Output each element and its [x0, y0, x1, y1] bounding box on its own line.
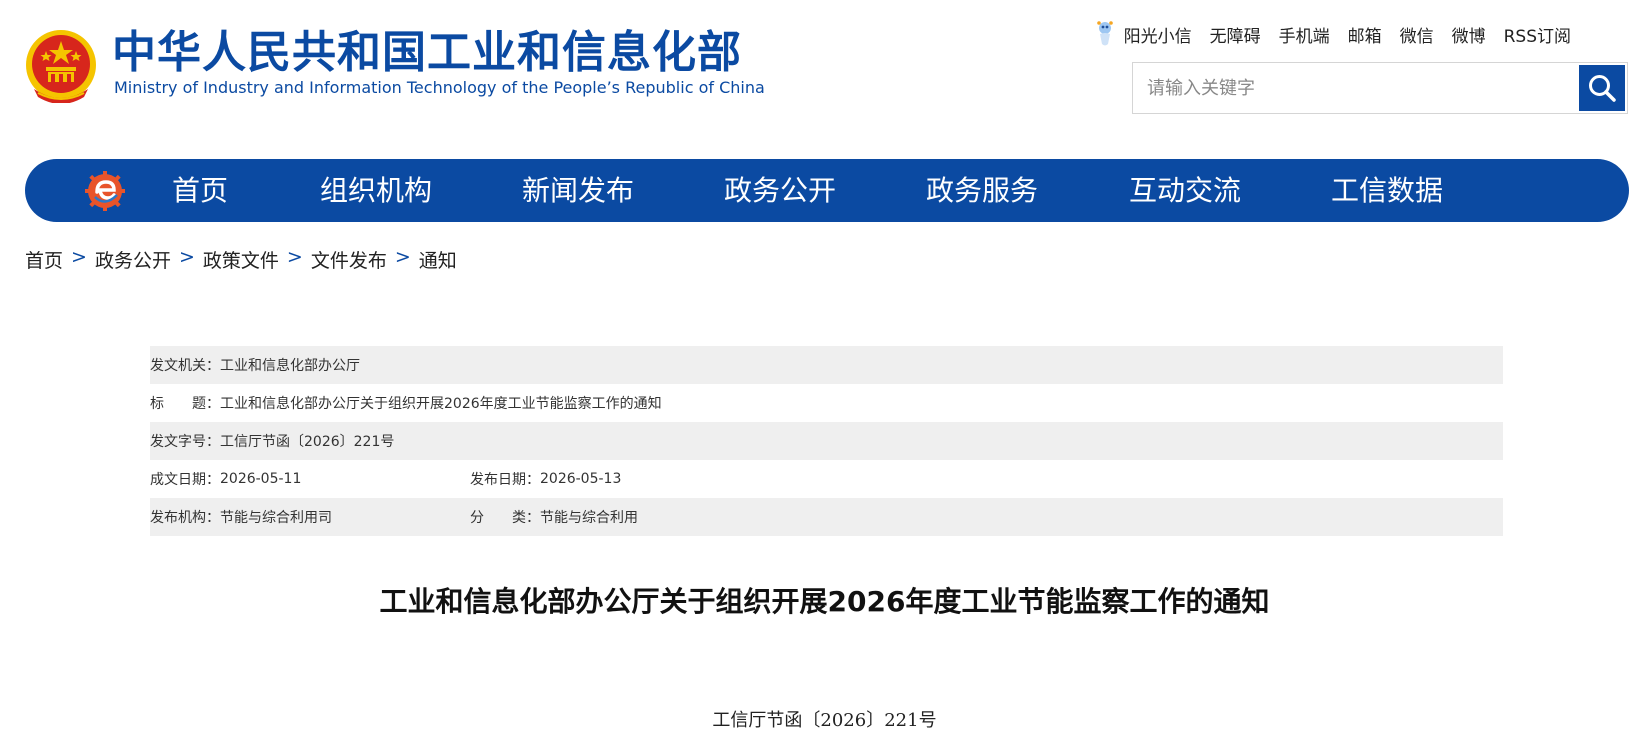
search-input[interactable] [1133, 63, 1577, 113]
breadcrumb-policy-docs[interactable]: 政策文件 [203, 246, 279, 273]
document-title: 工业和信息化部办公厅关于组织开展2026年度工业节能监察工作的通知 [379, 585, 1270, 618]
issuer-label: 发文机关： [150, 358, 220, 374]
title-value: 工业和信息化部办公厅关于组织开展2026年度工业节能监察工作的通知 [220, 396, 662, 412]
document-number: 工信厅节函〔2026〕221号 [712, 710, 937, 731]
org-label: 发布机构： [150, 510, 220, 526]
mascot-icon[interactable] [1094, 20, 1116, 48]
written-date-value: 2026-05-11 [220, 471, 302, 487]
top-links: 阳光小信 无障碍 手机端 邮箱 微信 微博 RSS订阅 [1094, 20, 1571, 48]
published-date-value: 2026-05-13 [540, 471, 622, 487]
nav-interaction[interactable]: 互动交流 [1129, 159, 1241, 222]
category-cell: 分 类： 节能与综合利用 [470, 507, 638, 527]
breadcrumb-notice[interactable]: 通知 [419, 246, 457, 273]
nav-government-affairs[interactable]: 政务公开 [724, 159, 836, 222]
document-metadata: 发文机关： 工业和信息化部办公厅 标 题： 工业和信息化部办公厅关于组织开展20… [150, 346, 1503, 536]
link-weibo[interactable]: 微博 [1452, 22, 1486, 47]
nav-home[interactable]: 首页 [172, 159, 228, 222]
title-label: 标 题： [150, 396, 220, 412]
meta-row-doc-number: 发文字号： 工信厅节函〔2026〕221号 [150, 422, 1503, 460]
site-title-en[interactable]: Ministry of Industry and Information Tec… [114, 78, 765, 97]
meta-row-issuer: 发文机关： 工业和信息化部办公厅 [150, 346, 1503, 384]
meta-row-dates: 成文日期： 2026-05-11 发布日期： 2026-05-13 [150, 460, 1503, 498]
gear-logo-icon[interactable] [85, 171, 125, 211]
nav-news[interactable]: 新闻发布 [522, 159, 634, 222]
org-value: 节能与综合利用司 [220, 510, 332, 526]
link-rss[interactable]: RSS订阅 [1504, 22, 1571, 47]
written-date-label: 成文日期： [150, 472, 220, 488]
org-cell: 发布机构： 节能与综合利用司 [150, 507, 470, 527]
written-date-cell: 成文日期： 2026-05-11 [150, 469, 470, 489]
national-emblem-icon[interactable] [24, 27, 98, 103]
meta-row-title: 标 题： 工业和信息化部办公厅关于组织开展2026年度工业节能监察工作的通知 [150, 384, 1503, 422]
breadcrumb-separator: > [178, 246, 195, 268]
nav-data[interactable]: 工信数据 [1331, 159, 1443, 222]
main-nav: 首页 组织机构 新闻发布 政务公开 政务服务 互动交流 工信数据 [25, 159, 1629, 222]
meta-row-org: 发布机构： 节能与综合利用司 分 类： 节能与综合利用 [150, 498, 1503, 536]
search-button[interactable] [1579, 65, 1625, 111]
breadcrumb-separator: > [286, 246, 303, 268]
link-sunshine[interactable]: 阳光小信 [1124, 22, 1192, 47]
nav-government-services[interactable]: 政务服务 [926, 159, 1038, 222]
doc-number-label: 发文字号： [150, 434, 220, 450]
breadcrumb-separator: > [71, 246, 87, 268]
breadcrumb-separator: > [394, 246, 411, 268]
category-value: 节能与综合利用 [540, 510, 638, 526]
search-icon [1589, 75, 1616, 102]
doc-number-value: 工信厅节函〔2026〕221号 [220, 434, 395, 450]
link-wechat[interactable]: 微信 [1400, 22, 1434, 47]
breadcrumb: 首页 > 政务公开 > 政策文件 > 文件发布 > 通知 [25, 246, 457, 273]
search-box [1132, 62, 1628, 114]
issuer-value: 工业和信息化部办公厅 [220, 358, 360, 374]
link-accessibility[interactable]: 无障碍 [1210, 22, 1261, 47]
published-date-label: 发布日期： [470, 472, 540, 488]
breadcrumb-doc-release[interactable]: 文件发布 [311, 246, 387, 273]
category-label: 分 类： [470, 510, 540, 526]
link-mobile[interactable]: 手机端 [1279, 22, 1330, 47]
site-title-cn[interactable]: 中华人民共和国工业和信息化部 [112, 28, 742, 78]
link-email[interactable]: 邮箱 [1348, 22, 1382, 47]
breadcrumb-government-affairs[interactable]: 政务公开 [95, 246, 171, 273]
published-date-cell: 发布日期： 2026-05-13 [470, 469, 621, 489]
site-header: 中华人民共和国工业和信息化部 Ministry of Industry and … [0, 0, 1649, 140]
breadcrumb-home[interactable]: 首页 [25, 246, 63, 273]
nav-organization[interactable]: 组织机构 [320, 159, 432, 222]
